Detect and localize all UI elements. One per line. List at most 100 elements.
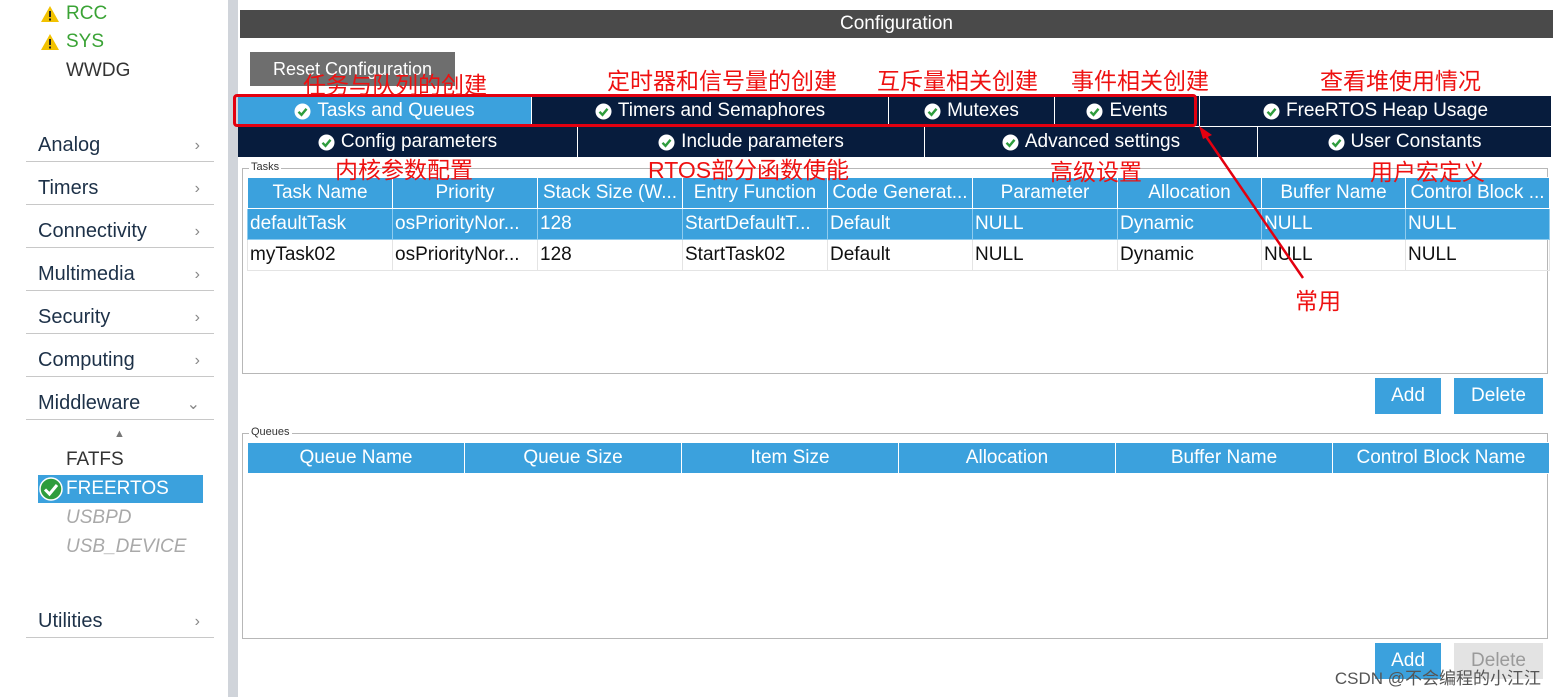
tab-freertos-heap-usage[interactable]: FreeRTOS Heap Usage — [1200, 96, 1551, 126]
chevron-right-icon: › — [194, 351, 200, 369]
middleware-item-fatfs[interactable]: FATFS — [38, 446, 203, 474]
column-header[interactable]: Queue Name — [247, 442, 465, 474]
category-utilities[interactable]: Utilities › — [26, 596, 214, 638]
chevron-right-icon: › — [194, 222, 200, 240]
warning-icon — [40, 33, 62, 51]
table-cell[interactable]: StartDefaultT... — [682, 208, 828, 240]
queues-table: Queue Name Queue Size Item Size Allocati… — [247, 442, 1550, 474]
table-cell[interactable]: Default — [827, 208, 973, 240]
tab-label: Include parameters — [681, 131, 844, 152]
table-cell[interactable]: osPriorityNor... — [392, 208, 538, 240]
table-cell[interactable]: NULL — [1405, 239, 1550, 271]
category-label: Middleware — [38, 392, 141, 414]
middleware-label: FREERTOS — [66, 478, 169, 499]
category-timers[interactable]: Timers › — [26, 163, 214, 205]
annotation-events: 事件相关创建 — [1071, 68, 1209, 94]
middleware-label: FATFS — [66, 449, 124, 470]
check-circle-icon — [1328, 134, 1345, 151]
annotation-include-params: RTOS部分函数使能 — [648, 157, 850, 183]
peripheral-wwdg[interactable]: WWDG — [66, 57, 130, 85]
tasks-group: Tasks Task Name Priority Stack Size (W..… — [242, 161, 1550, 374]
peripheral-label: SYS — [66, 31, 105, 52]
queues-group: Queues Queue Name Queue Size Item Size A… — [242, 426, 1550, 639]
category-analog[interactable]: Analog › — [26, 120, 214, 162]
middleware-item-freertos[interactable]: FREERTOS — [38, 475, 203, 503]
sort-icon[interactable]: ▲ — [114, 428, 125, 440]
category-label: Utilities — [38, 610, 103, 632]
sidebar: RCC SYS WWDG Analog › Timers › Connectivit… — [0, 0, 229, 697]
category-multimedia[interactable]: Multimedia › — [26, 249, 214, 291]
warning-icon — [40, 5, 62, 23]
tab-label: Advanced settings — [1024, 131, 1181, 152]
category-label: Security — [38, 306, 111, 328]
column-header[interactable]: Control Block Name — [1332, 442, 1550, 474]
table-cell[interactable]: NULL — [1405, 208, 1550, 240]
category-middleware[interactable]: Middleware ⌄ — [26, 378, 214, 420]
table-cell[interactable]: NULL — [972, 208, 1118, 240]
table-row[interactable]: myTask02 osPriorityNor... 128 StartTask0… — [247, 239, 1550, 271]
column-header[interactable]: Item Size — [681, 442, 899, 474]
chevron-right-icon: › — [194, 136, 200, 154]
table-row[interactable]: defaultTask osPriorityNor... 128 StartDe… — [247, 208, 1550, 240]
category-computing[interactable]: Computing › — [26, 335, 214, 377]
tab-label: Config parameters — [340, 131, 498, 152]
table-cell[interactable]: StartTask02 — [682, 239, 828, 271]
annotation-common: 常用 — [1295, 288, 1341, 314]
column-header[interactable]: Queue Size — [464, 442, 682, 474]
annotation-config-params: 内核参数配置 — [335, 157, 473, 183]
watermark: CSDN @不会编程的小江江 — [1334, 669, 1541, 688]
middleware-label: USB_DEVICE — [66, 536, 187, 557]
category-label: Connectivity — [38, 220, 147, 242]
check-circle-icon — [658, 134, 675, 151]
table-header-row: Queue Name Queue Size Item Size Allocati… — [247, 442, 1550, 474]
category-label: Analog — [38, 134, 101, 156]
table-cell[interactable]: Default — [827, 239, 973, 271]
middleware-label: USBPD — [66, 507, 132, 528]
tasks-table: Task Name Priority Stack Size (W... Entr… — [247, 177, 1550, 271]
check-circle-icon — [1263, 103, 1280, 120]
check-circle-icon — [1002, 134, 1019, 151]
table-cell[interactable]: Dynamic — [1117, 208, 1262, 240]
add-task-button[interactable]: Add — [1375, 378, 1441, 414]
peripheral-sys[interactable]: SYS — [40, 28, 104, 56]
category-security[interactable]: Security › — [26, 292, 214, 334]
check-circle-icon — [318, 134, 335, 151]
middleware-item-usb-device[interactable]: USB_DEVICE — [38, 533, 203, 561]
chevron-down-icon: ⌄ — [186, 395, 200, 413]
table-cell[interactable]: defaultTask — [247, 208, 393, 240]
table-cell[interactable]: Dynamic — [1117, 239, 1262, 271]
category-connectivity[interactable]: Connectivity › — [26, 206, 214, 248]
column-header[interactable]: Allocation — [898, 442, 1116, 474]
column-header[interactable]: Buffer Name — [1115, 442, 1333, 474]
chevron-right-icon: › — [194, 179, 200, 197]
column-header[interactable]: Code Generat... — [827, 177, 973, 209]
table-cell[interactable]: osPriorityNor... — [392, 239, 538, 271]
chevron-right-icon: › — [194, 265, 200, 283]
annotation-user-constants: 用户宏定义 — [1370, 159, 1485, 185]
group-label: Queues — [249, 426, 292, 438]
table-cell[interactable]: myTask02 — [247, 239, 393, 271]
table-cell[interactable]: 128 — [537, 208, 683, 240]
chevron-right-icon: › — [194, 612, 200, 630]
peripheral-label: RCC — [66, 3, 108, 24]
category-label: Computing — [38, 349, 135, 371]
group-label: Tasks — [249, 161, 282, 173]
peripheral-rcc[interactable]: RCC — [40, 0, 107, 28]
table-cell[interactable]: NULL — [972, 239, 1118, 271]
annotation-timers-semaphores: 定时器和信号量的创建 — [607, 68, 837, 94]
table-cell[interactable]: NULL — [1261, 208, 1406, 240]
tab-label: FreeRTOS Heap Usage — [1285, 100, 1489, 121]
annotation-heap-usage: 查看堆使用情况 — [1320, 68, 1481, 94]
tab-label: User Constants — [1350, 131, 1482, 152]
check-circle-icon — [39, 477, 63, 501]
peripheral-label: WWDG — [66, 60, 131, 81]
table-cell[interactable]: NULL — [1261, 239, 1406, 271]
category-label: Timers — [38, 177, 99, 199]
middleware-item-usbpd[interactable]: USBPD — [38, 504, 203, 532]
category-label: Multimedia — [38, 263, 135, 285]
annotation-mutexes: 互斥量相关创建 — [877, 68, 1038, 94]
panel-title: Configuration — [240, 10, 1553, 38]
delete-task-button[interactable]: Delete — [1454, 378, 1543, 414]
annotation-advanced: 高级设置 — [1050, 159, 1142, 185]
table-cell[interactable]: 128 — [537, 239, 683, 271]
